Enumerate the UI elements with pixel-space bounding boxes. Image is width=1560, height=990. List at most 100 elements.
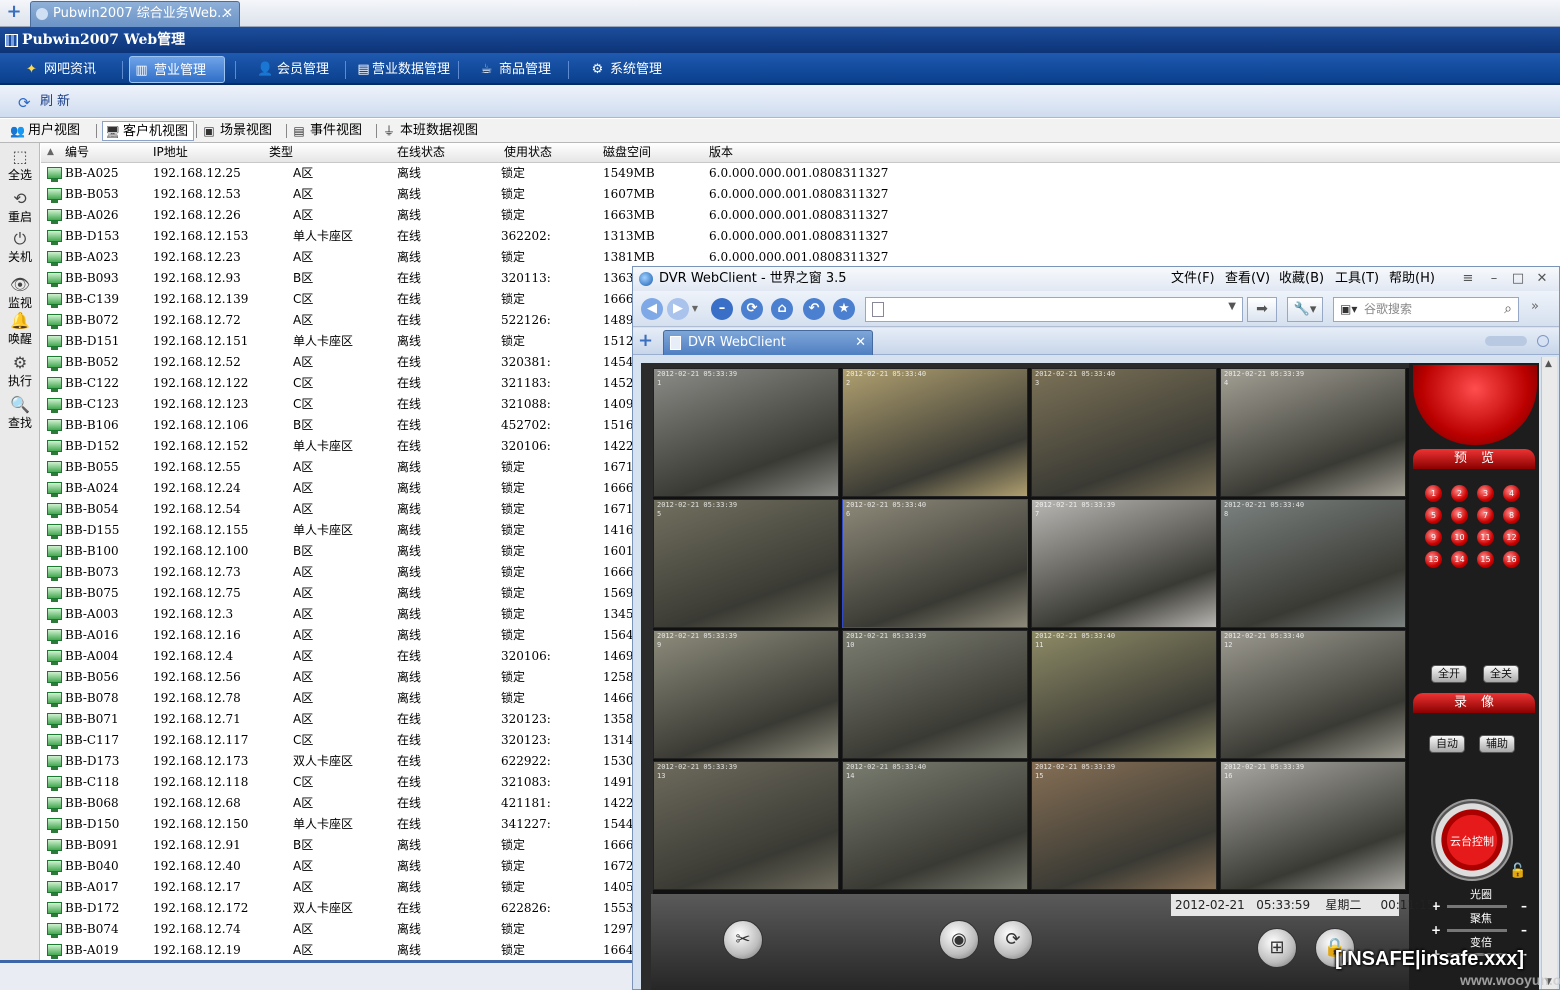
column-header-version[interactable]: 版本 <box>709 143 733 163</box>
address-dropdown-icon[interactable]: ▼ <box>1228 301 1236 312</box>
lock-icon[interactable]: 🔓 <box>1509 863 1526 879</box>
channel-button[interactable]: 16 <box>1503 551 1520 568</box>
back-icon[interactable]: ◀ <box>641 298 663 320</box>
camera-feed[interactable]: 2012-02-21 05:33:40 3 <box>1031 368 1217 497</box>
go-button[interactable]: ➡ <box>1247 297 1277 322</box>
column-header-online[interactable]: 在线状态 <box>397 143 445 163</box>
nav-item-system[interactable]: ⚙ 系统管理 <box>586 56 676 83</box>
channel-button[interactable]: 12 <box>1503 529 1520 546</box>
favorites-star-icon[interactable]: ★ <box>833 298 855 320</box>
channel-button[interactable]: 5 <box>1425 507 1442 524</box>
auto-record-button[interactable]: 自动 <box>1429 735 1465 753</box>
camera-feed[interactable]: 2012-02-21 05:33:39 10 <box>842 630 1028 759</box>
tab-menu-icon[interactable] <box>1537 335 1549 347</box>
dvr-vertical-scrollbar[interactable]: ▲ ▼ <box>1541 357 1557 989</box>
search-input[interactable]: ▣▾ 谷歌搜索 ⌕ <box>1333 297 1519 322</box>
select-all-button[interactable]: ⬚ 全选 <box>3 147 37 187</box>
camera-feed[interactable]: 2012-02-21 05:33:40 2 <box>842 368 1028 497</box>
iris-minus-icon[interactable]: – <box>1521 899 1527 913</box>
close-tab-icon[interactable]: ✕ <box>855 331 866 355</box>
assist-record-button[interactable]: 辅助 <box>1479 735 1515 753</box>
snapshot-camera-icon[interactable]: ◉ <box>939 920 979 960</box>
scroll-up-icon[interactable]: ▲ <box>1545 359 1552 369</box>
channel-button[interactable]: 7 <box>1477 507 1494 524</box>
all-off-button[interactable]: 全关 <box>1483 665 1519 683</box>
browser-tab-pubwin[interactable]: Pubwin2007 综合业务Web... ✕ <box>30 1 240 27</box>
menu-view[interactable]: 查看(V) <box>1225 267 1270 291</box>
menu-tools[interactable]: 工具(T) <box>1335 267 1379 291</box>
refresh-cycle-icon[interactable]: ⟳ <box>993 920 1033 960</box>
iris-slider[interactable] <box>1447 905 1507 908</box>
tab-client-view[interactable]: 🖥 客户机视图 <box>102 121 194 141</box>
channel-button[interactable]: 9 <box>1425 529 1442 546</box>
camera-feed[interactable]: 2012-02-21 05:33:40 6 <box>842 499 1028 628</box>
all-on-button[interactable]: 全开 <box>1431 665 1467 683</box>
camera-feed[interactable]: 2012-02-21 05:33:40 12 <box>1220 630 1406 759</box>
monitor-button[interactable]: 👁 监视 <box>3 275 37 315</box>
column-header-id[interactable]: 编号 <box>65 143 89 163</box>
close-icon[interactable]: ✕ <box>1533 269 1551 289</box>
home-icon[interactable]: ⌂ <box>771 298 793 320</box>
channel-button[interactable]: 6 <box>1451 507 1468 524</box>
channel-button[interactable]: 3 <box>1477 485 1494 502</box>
shutdown-button[interactable]: ⏻ 关机 <box>3 229 37 269</box>
tab-event-view[interactable]: ▤ 事件视图 <box>290 121 374 141</box>
table-row-overflow[interactable] <box>633 226 1560 247</box>
new-tab-button[interactable]: + <box>2 3 26 23</box>
channel-button[interactable]: 11 <box>1477 529 1494 546</box>
more-chevron-icon[interactable]: » <box>1531 299 1539 314</box>
find-button[interactable]: 🔍 查找 <box>3 395 37 435</box>
history-dropdown-icon[interactable]: ▼ <box>689 298 701 320</box>
settings-tools-icon[interactable]: ✂ <box>723 920 763 960</box>
nav-item-news[interactable]: ✦ 网吧资讯 <box>20 56 116 83</box>
tools-button[interactable]: 🔧▾ <box>1287 297 1323 322</box>
refresh-button[interactable]: ⟳ 刷新 <box>18 92 74 112</box>
column-header-usage[interactable]: 使用状态 <box>504 143 552 163</box>
restart-button[interactable]: ⟲ 重启 <box>3 189 37 229</box>
menu-file[interactable]: 文件(F) <box>1171 267 1215 291</box>
sort-ascending-icon[interactable]: ▲ <box>47 147 54 157</box>
channel-button[interactable]: 13 <box>1425 551 1442 568</box>
channel-button[interactable]: 2 <box>1451 485 1468 502</box>
camera-feed[interactable]: 2012-02-21 05:33:39 13 <box>653 761 839 890</box>
channel-button[interactable]: 14 <box>1451 551 1468 568</box>
camera-feed[interactable]: 2012-02-21 05:33:39 16 <box>1220 761 1406 890</box>
camera-feed[interactable]: 2012-02-21 05:33:39 5 <box>653 499 839 628</box>
maximize-icon[interactable]: □ <box>1509 269 1527 289</box>
nav-item-goods[interactable]: ☕ 商品管理 <box>475 56 565 83</box>
camera-feed[interactable]: 2012-02-21 05:33:39 4 <box>1220 368 1406 497</box>
channel-button[interactable]: 4 <box>1503 485 1520 502</box>
menu-favorites[interactable]: 收藏(B) <box>1279 267 1324 291</box>
channel-button[interactable]: 1 <box>1425 485 1442 502</box>
tab-shift-data-view[interactable]: ⏚ 本班数据视图 <box>380 121 484 141</box>
focus-slider[interactable] <box>1447 929 1507 932</box>
search-icon[interactable]: ⌕ <box>1504 298 1512 321</box>
tab-user-view[interactable]: 👥 用户视图 <box>8 121 92 141</box>
table-row-overflow[interactable] <box>633 184 1560 205</box>
focus-minus-icon[interactable]: – <box>1521 923 1527 937</box>
channel-button[interactable]: 8 <box>1503 507 1520 524</box>
focus-plus-icon[interactable]: + <box>1431 923 1441 937</box>
camera-feed[interactable]: 2012-02-21 05:33:39 9 <box>653 630 839 759</box>
camera-feed[interactable]: 2012-02-21 05:33:40 14 <box>842 761 1028 890</box>
channel-button[interactable]: 15 <box>1477 551 1494 568</box>
nav-item-business[interactable]: ▥ 营业管理 <box>129 56 225 83</box>
camera-feed[interactable]: 2012-02-21 05:33:40 11 <box>1031 630 1217 759</box>
address-bar[interactable]: ▼ <box>865 297 1243 322</box>
nav-item-members[interactable]: 👤 会员管理 <box>253 56 343 83</box>
menu-toggle-icon[interactable]: ≡ <box>1459 269 1477 289</box>
undo-close-icon[interactable]: ↶ <box>803 298 825 320</box>
channel-button[interactable]: 10 <box>1451 529 1468 546</box>
menu-help[interactable]: 帮助(H) <box>1389 267 1435 291</box>
table-row-overflow[interactable] <box>633 247 1560 266</box>
table-row-overflow[interactable] <box>633 163 1560 184</box>
table-row-overflow[interactable] <box>633 205 1560 226</box>
wake-button[interactable]: 🔔 唤醒 <box>3 311 37 351</box>
execute-button[interactable]: ⚙ 执行 <box>3 353 37 393</box>
layout-grid-icon[interactable]: ⊞ <box>1257 928 1297 968</box>
new-tab-button[interactable]: + <box>638 330 653 351</box>
stop-icon[interactable]: – <box>711 298 733 320</box>
nav-item-business-data[interactable]: ▤ 营业数据管理 <box>352 56 452 83</box>
close-tab-icon[interactable]: ✕ <box>222 2 233 26</box>
forward-icon[interactable]: ▶ <box>667 298 689 320</box>
